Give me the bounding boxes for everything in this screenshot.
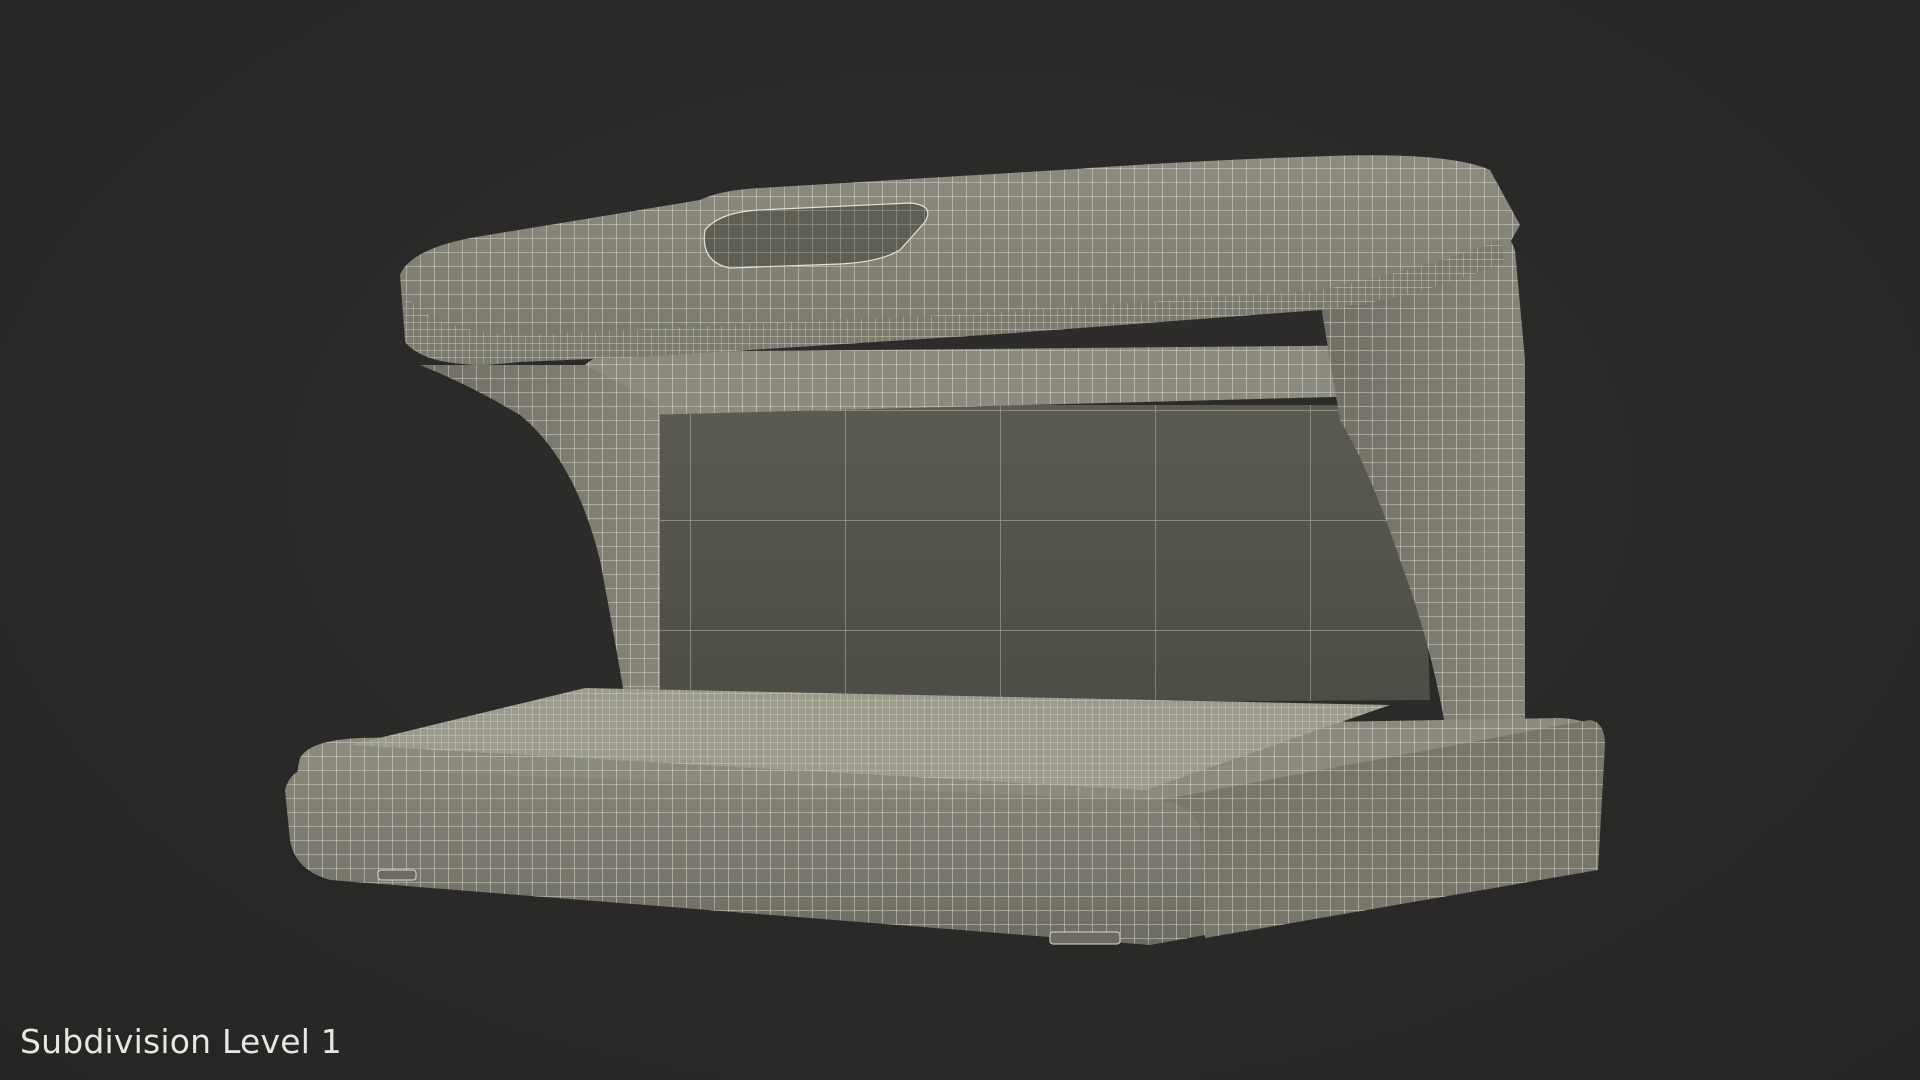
subdivision-level-caption: Subdivision Level 1 [20, 1022, 342, 1061]
back-wall [655, 405, 1430, 705]
wireframe-model-render [285, 155, 1605, 945]
render-viewport: Subdivision Level 1 [0, 0, 1920, 1080]
left-support-arm [420, 365, 660, 700]
